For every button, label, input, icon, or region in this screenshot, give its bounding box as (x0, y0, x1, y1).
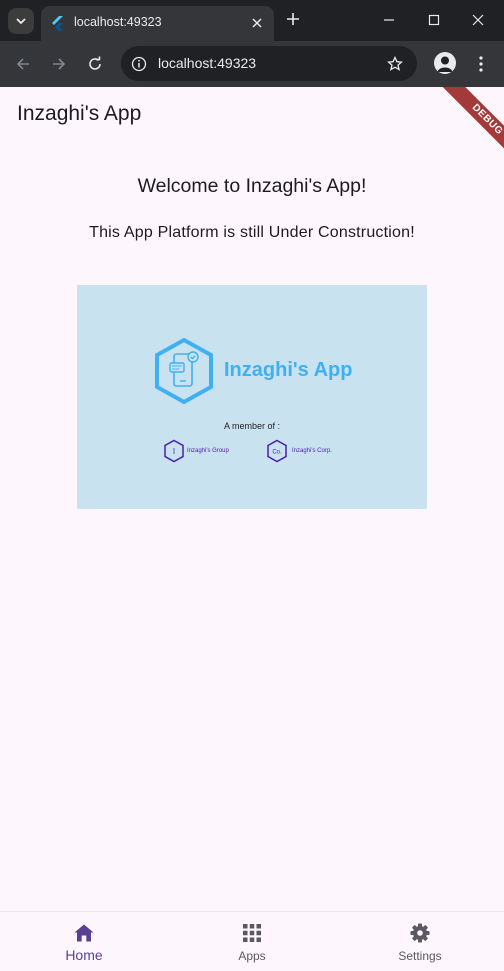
debug-banner: DEBUG (442, 87, 504, 165)
member-icon-text: Co. (272, 450, 282, 456)
tab-title: localhost:49323 (74, 15, 162, 29)
close-window-button[interactable] (467, 10, 489, 30)
arrow-right-icon (53, 58, 66, 70)
maximize-window-button[interactable] (423, 10, 445, 30)
bottom-navigation-bar: Home Apps Settings (0, 911, 504, 971)
browser-tabstrip: localhost:49323 (0, 0, 504, 41)
url-text: localhost:49323 (158, 55, 257, 71)
group-hexagon-icon: I (164, 439, 184, 463)
browser-tab[interactable]: localhost:49323 (41, 6, 274, 41)
brand-banner-image: Inzaghi's App A member of : I Inzaghi's … (77, 285, 427, 509)
close-tab-button[interactable] (248, 14, 266, 32)
browser-menu-button[interactable] (472, 53, 490, 75)
address-bar[interactable]: localhost:49323 (121, 46, 417, 81)
welcome-heading: Welcome to Inzaghi's App! (137, 175, 367, 197)
profile-button[interactable] (434, 52, 456, 74)
apps-grid-icon (240, 922, 264, 944)
maximize-icon (428, 14, 440, 26)
plus-icon (287, 13, 299, 25)
corp-hexagon-icon: Co. (267, 439, 287, 463)
arrow-left-icon (16, 58, 29, 70)
nav-label-home: Home (65, 947, 103, 963)
new-tab-button[interactable] (283, 9, 303, 29)
banner-member-of: A member of : (223, 421, 281, 431)
member-label-group: Inzaghi's Group (187, 448, 229, 454)
construction-notice: This App Platform is still Under Constru… (89, 224, 415, 241)
browser-toolbar: localhost:49323 (0, 41, 504, 87)
app-hexagon-logo-icon (155, 337, 213, 405)
gear-icon (408, 922, 432, 944)
tab-search-button[interactable] (8, 8, 34, 34)
nav-item-settings[interactable]: Settings (336, 912, 504, 971)
member-icon-text: I (173, 447, 175, 456)
app-bar-title: Inzaghi's App (17, 102, 142, 125)
reload-button[interactable] (84, 53, 106, 75)
avatar-icon (437, 56, 453, 72)
app-viewport: Inzaghi's App DEBUG Welcome to Inzaghi's… (0, 87, 504, 971)
close-icon (252, 18, 262, 28)
member-label-corp: Inzaghi's Corp. (292, 448, 332, 454)
minimize-icon (384, 19, 394, 21)
nav-label-apps: Apps (238, 949, 266, 963)
close-icon (472, 14, 484, 26)
flutter-favicon-icon (52, 16, 63, 31)
forward-button[interactable] (48, 53, 70, 75)
banner-brand-name: Inzaghi's App (224, 359, 353, 381)
minimize-window-button[interactable] (378, 10, 400, 30)
nav-label-settings: Settings (398, 949, 442, 963)
bookmark-button[interactable] (385, 54, 405, 74)
site-info-button[interactable] (129, 54, 149, 74)
chevron-down-icon (16, 18, 26, 25)
nav-item-apps[interactable]: Apps (168, 912, 336, 971)
home-icon (72, 922, 96, 944)
info-icon (131, 56, 147, 72)
star-icon (387, 56, 403, 71)
reload-icon (89, 56, 101, 70)
more-vertical-icon (479, 56, 483, 72)
back-button[interactable] (12, 53, 34, 75)
nav-item-home[interactable]: Home (0, 912, 168, 971)
